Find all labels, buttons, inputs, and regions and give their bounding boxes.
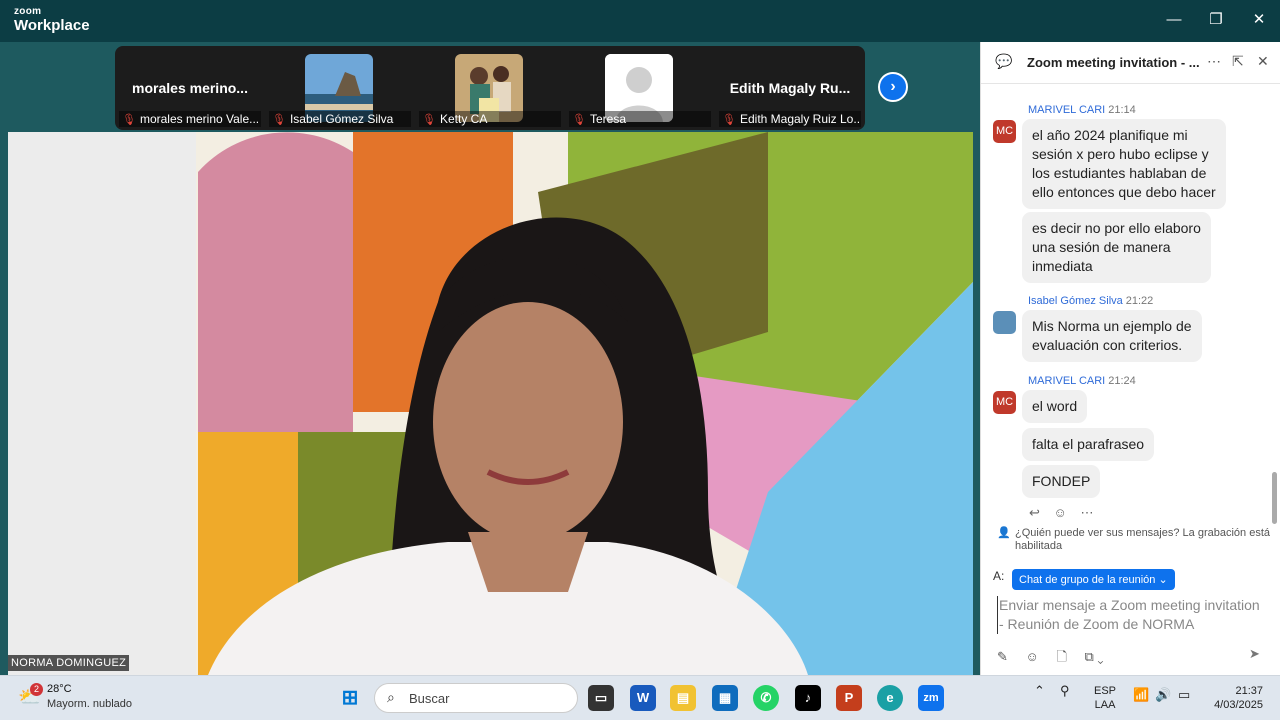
avatar: MC <box>993 391 1016 414</box>
participant-name: 🎙 Teresa <box>569 111 711 127</box>
edge-icon[interactable]: e <box>877 685 903 711</box>
network-status-icon[interactable]: ⚲ <box>1060 684 1070 698</box>
chevron-up-icon[interactable]: ⌃ <box>1034 684 1045 698</box>
more-icon[interactable]: ⋯ <box>1080 505 1093 520</box>
task-view-icon[interactable]: ▭ <box>588 685 614 711</box>
format-icon[interactable]: ✎ <box>997 649 1008 664</box>
participant-strip: morales merino... 🎙 morales merino Vale..… <box>115 46 865 130</box>
close-chat-icon[interactable]: ✕ <box>1257 53 1269 70</box>
chat-title: Zoom meeting invitation - ... <box>1027 55 1199 70</box>
restore-icon[interactable]: ❐ <box>1204 10 1228 30</box>
participant-big-name: Edith Magaly Ru... <box>729 80 851 96</box>
participant-tile[interactable]: morales merino... 🎙 morales merino Vale..… <box>115 46 265 130</box>
chat-messages[interactable]: MARIVEL CARI 21:14 MC el año 2024 planifi… <box>981 84 1280 531</box>
temperature: 28°C <box>47 683 72 695</box>
muted-mic-icon: 🎙 <box>722 114 736 126</box>
chat-bubble-icon: 💬 <box>995 53 1013 69</box>
message-bubble: el word <box>1022 390 1088 423</box>
privacy-notice: 👤 ¿Quién puede ver sus mensajes? La grab… <box>997 527 1270 552</box>
logo-line1: zoom <box>14 6 42 17</box>
participant-tile[interactable]: 🎙 Ketty CA <box>415 46 565 130</box>
participant-name: 🎙 Ketty CA <box>419 111 561 127</box>
message-bubble: FONDEP <box>1022 465 1101 498</box>
title-bar: zoom Workplace — ❐ ✕ <box>0 0 1280 42</box>
chat-panel: 💬 Zoom meeting invitation - ... ⋯ ⇱ ✕ MA… <box>980 42 1280 675</box>
person-icon: 👤 <box>997 527 1011 539</box>
message-actions: ↩ ☺ ⋯ <box>1029 505 1093 521</box>
muted-mic-icon: 🎙 <box>572 114 586 126</box>
participant-tile[interactable]: 🎙 Isabel Gómez Silva <box>265 46 415 130</box>
message-bubble: es decir no por ello elaboro una sesión d… <box>1022 212 1211 283</box>
volume-icon[interactable]: 🔊 <box>1155 688 1171 702</box>
word-icon[interactable]: W <box>630 685 656 711</box>
file-icon[interactable]: 🗋 <box>1056 649 1066 664</box>
reply-icon[interactable]: ↩ <box>1029 505 1040 520</box>
next-participants-button[interactable]: › <box>878 72 908 102</box>
message-sender: MARIVEL CARI 21:14 <box>1028 104 1136 116</box>
send-icon[interactable]: ➤ <box>1249 646 1260 662</box>
participant-name: 🎙 Edith Magaly Ruiz Lo... <box>719 111 861 127</box>
search-label: Buscar <box>409 691 450 706</box>
calendar-icon[interactable]: ▦ <box>712 685 738 711</box>
close-icon[interactable]: ✕ <box>1247 10 1271 30</box>
meeting-stage: morales merino... 🎙 morales merino Vale..… <box>0 42 980 675</box>
tiktok-icon[interactable]: ♪ <box>795 685 821 711</box>
language-indicator[interactable]: ESP LAA <box>1094 684 1116 712</box>
taskbar-search[interactable]: ⌕ Buscar <box>374 683 578 713</box>
taskbar: ⛅ 2 28°C Mayorm. nublado ⊞ ⌕ Buscar ▭ W … <box>0 675 1280 720</box>
message-bubble: el año 2024 planifique mi sesión x pero h… <box>1022 119 1226 209</box>
muted-mic-icon: 🎙 <box>422 114 436 126</box>
clock[interactable]: 21:37 4/03/2025 <box>1208 684 1263 712</box>
message-bubble: falta el parafraseo <box>1022 428 1155 461</box>
file-explorer-icon[interactable]: ▤ <box>670 685 696 711</box>
muted-mic-icon: 🎙 <box>272 114 286 126</box>
windows-start-icon[interactable]: ⊞ <box>337 685 363 711</box>
compose-toolbar: ✎ ☺ 🗋 ⧉ ⌄ <box>997 648 1118 670</box>
recipient-label: A: <box>993 569 1005 583</box>
participant-tile[interactable]: 🎙 Teresa <box>565 46 715 130</box>
muted-mic-icon: 🎙 <box>122 114 136 126</box>
participant-name: 🎙 Isabel Gómez Silva <box>269 111 411 127</box>
participant-tile[interactable]: Edith Magaly Ru... 🎙 Edith Magaly Ruiz Lo… <box>715 46 865 130</box>
whatsapp-icon[interactable]: ✆ <box>753 685 779 711</box>
logo-line2: Workplace <box>14 17 90 34</box>
recipient-select[interactable]: Chat de grupo de la reunión ⌄ <box>1012 569 1175 590</box>
speaker-video <box>8 132 973 675</box>
chat-scrollbar[interactable] <box>1272 472 1277 524</box>
message-sender: Isabel Gómez Silva 21:22 <box>1028 295 1154 307</box>
avatar: MC <box>993 120 1016 143</box>
weather-badge: 2 <box>30 683 43 696</box>
minimize-icon[interactable]: — <box>1162 10 1186 30</box>
speaker-video-frame <box>8 132 973 675</box>
emoji-react-icon[interactable]: ☺ <box>1054 505 1067 520</box>
screenshot-icon[interactable]: ⧉ ⌄ <box>1085 649 1104 664</box>
participant-big-name: morales merino... <box>132 80 248 96</box>
message-input[interactable]: Enviar mensaje a Zoom meeting invitation… <box>997 596 1269 634</box>
more-options-icon[interactable]: ⋯ <box>1207 53 1221 70</box>
search-icon: ⌕ <box>387 689 395 705</box>
powerpoint-icon[interactable]: P <box>836 685 862 711</box>
avatar <box>993 311 1016 334</box>
weather-description: Mayorm. nublado <box>47 698 132 710</box>
message-sender: MARIVEL CARI 21:24 <box>1028 375 1136 387</box>
speaker-name-label: NORMA DOMINGUEZ <box>8 655 130 671</box>
participant-name: 🎙 morales merino Vale... <box>119 111 261 127</box>
battery-icon[interactable]: ▭ <box>1178 688 1190 702</box>
zoom-app-icon[interactable]: zm <box>918 685 944 711</box>
emoji-icon[interactable]: ☺ <box>1026 649 1039 664</box>
zoom-logo: zoom Workplace <box>14 6 90 34</box>
wifi-icon[interactable]: 📶 <box>1133 688 1149 702</box>
chat-header: 💬 Zoom meeting invitation - ... ⋯ ⇱ ✕ <box>981 42 1280 84</box>
pop-out-icon[interactable]: ⇱ <box>1232 53 1244 70</box>
message-bubble: Mis Norma un ejemplo de evaluación con cr… <box>1022 310 1202 362</box>
